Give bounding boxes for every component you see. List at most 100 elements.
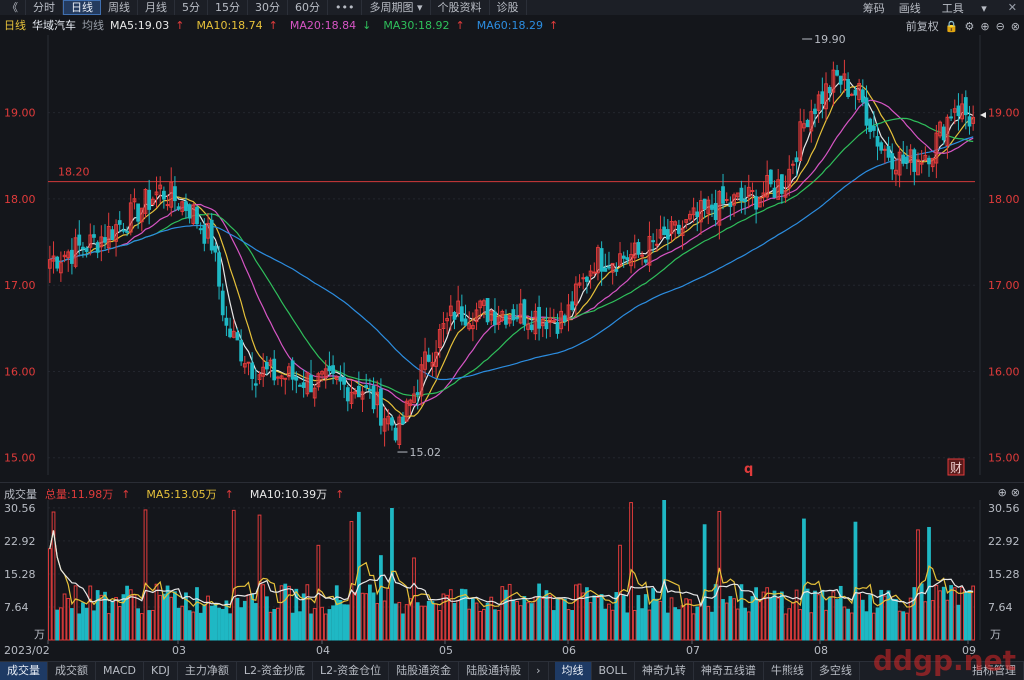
back-button[interactable]: 《 bbox=[0, 0, 26, 15]
volume-bar bbox=[802, 518, 806, 641]
ma60-value: MA60:18.29 ↑ bbox=[477, 19, 564, 32]
zoom-in-icon[interactable]: ⊕ bbox=[998, 486, 1007, 499]
tab-60min[interactable]: 60分 bbox=[288, 0, 328, 15]
close-panel-icon[interactable]: ⊗ bbox=[1011, 486, 1020, 499]
volume-bar bbox=[356, 511, 361, 641]
candle bbox=[724, 198, 729, 201]
volume-bar bbox=[607, 603, 611, 641]
tab-15min[interactable]: 15分 bbox=[208, 0, 248, 15]
candle bbox=[754, 196, 759, 210]
volume-bar bbox=[423, 605, 427, 641]
tab-bull-bear[interactable]: 牛熊线 bbox=[764, 662, 812, 680]
tab-hk-funds[interactable]: 陆股通资金 bbox=[389, 662, 460, 680]
volume-bar bbox=[338, 600, 343, 641]
volume-chart[interactable]: 30.56 30.56 22.92 22.92 15.28 15.28 7.64 7.64 万 万… bbox=[0, 500, 1024, 660]
tools-button[interactable]: 工具 ▾ bbox=[928, 0, 1001, 16]
volume-bar bbox=[831, 591, 836, 641]
candle bbox=[820, 91, 825, 104]
volume-bar bbox=[239, 607, 244, 641]
volume-bar bbox=[871, 612, 876, 641]
volume-bar bbox=[901, 611, 906, 641]
price-chart[interactable]: 18.20 19.00 19.00 18.00 18.00 17.00 17.00 16.0… bbox=[0, 35, 1024, 482]
settings-icon[interactable]: ⚙ bbox=[964, 20, 974, 33]
volume-bar bbox=[533, 596, 538, 641]
volume-bar bbox=[798, 609, 803, 641]
stock-info-button[interactable]: 个股资料 bbox=[431, 0, 490, 15]
tab-l2-position[interactable]: L2-资金仓位 bbox=[313, 662, 390, 680]
tab-monthly[interactable]: 月线 bbox=[138, 0, 175, 15]
volume-tick-label-right: 30.56 bbox=[988, 502, 1020, 515]
volume-bar bbox=[220, 608, 225, 641]
volume-tick-label-right: 15.28 bbox=[988, 568, 1020, 581]
volume-bar bbox=[702, 524, 707, 641]
candle bbox=[676, 224, 681, 234]
tab-daily[interactable]: 日线 bbox=[63, 0, 101, 15]
tab-turnover[interactable]: 成交额 bbox=[48, 662, 96, 680]
stock-name[interactable]: 华域汽车 bbox=[32, 17, 76, 33]
multi-period-dropdown[interactable]: 多周期图 ▾ bbox=[362, 0, 431, 15]
ma-label[interactable]: 均线 bbox=[82, 17, 104, 33]
tab-kdj[interactable]: KDJ bbox=[144, 662, 178, 680]
tab-td9[interactable]: 神奇九转 bbox=[635, 662, 694, 680]
tab-hk-holdings[interactable]: 陆股通持股 bbox=[459, 662, 530, 680]
tab-boll[interactable]: BOLL bbox=[592, 662, 635, 680]
close-panel-icon[interactable]: ⊗ bbox=[1011, 20, 1020, 33]
event-marker-q: q bbox=[744, 462, 753, 477]
candle bbox=[835, 70, 839, 76]
lock-icon[interactable]: 🔒 bbox=[945, 20, 959, 33]
volume-bar bbox=[585, 587, 589, 641]
draw-line-button[interactable]: 画线 bbox=[892, 0, 928, 16]
tab-main-net[interactable]: 主力净额 bbox=[178, 662, 237, 680]
tab-volume[interactable]: 成交量 bbox=[0, 662, 48, 680]
volume-bar bbox=[246, 594, 251, 641]
close-icon[interactable]: ✕ bbox=[1001, 1, 1024, 14]
volume-bar bbox=[596, 596, 600, 641]
watermark: ddgp.net bbox=[872, 644, 1016, 677]
volume-bar bbox=[581, 592, 586, 641]
volume-bar bbox=[908, 597, 913, 641]
tab-five-lines[interactable]: 神奇五线谱 bbox=[694, 662, 764, 680]
zoom-out-icon[interactable]: ⊖ bbox=[996, 20, 1005, 33]
candle bbox=[515, 317, 519, 320]
tabs-scroll-arrow[interactable]: › bbox=[529, 662, 549, 680]
tab-ma[interactable]: 均线 bbox=[554, 662, 592, 680]
ma60-line bbox=[49, 136, 974, 381]
candle bbox=[309, 374, 313, 393]
tab-weekly[interactable]: 周线 bbox=[101, 0, 138, 15]
volume-bar bbox=[331, 605, 335, 641]
candle bbox=[239, 340, 244, 362]
volume-bar bbox=[772, 590, 777, 641]
tab-macd[interactable]: MACD bbox=[96, 662, 144, 680]
diagnose-button[interactable]: 诊股 bbox=[490, 0, 527, 15]
volume-bar bbox=[213, 603, 218, 641]
volume-bar bbox=[209, 605, 214, 641]
adjust-label[interactable]: 前复权 bbox=[906, 18, 939, 34]
volume-bar bbox=[169, 596, 174, 641]
candle bbox=[136, 203, 141, 222]
tab-5min[interactable]: 5分 bbox=[175, 0, 208, 15]
event-marker-finance: 财 bbox=[950, 461, 962, 475]
zoom-in-icon[interactable]: ⊕ bbox=[980, 20, 989, 33]
volume-bar bbox=[905, 612, 909, 641]
volume-bar bbox=[938, 590, 942, 641]
volume-bar bbox=[882, 595, 887, 641]
tab-long-short[interactable]: 多空线 bbox=[812, 662, 860, 680]
volume-bar bbox=[92, 610, 96, 641]
ma30-line bbox=[49, 117, 974, 397]
candle bbox=[92, 234, 96, 238]
candle bbox=[364, 385, 369, 388]
chips-button[interactable]: 筹码 bbox=[856, 0, 892, 16]
volume-bar bbox=[147, 610, 152, 641]
candle bbox=[371, 385, 376, 410]
volume-bar bbox=[386, 587, 391, 641]
tab-minute[interactable]: 分时 bbox=[26, 0, 63, 15]
volume-bar bbox=[301, 593, 306, 641]
tab-30min[interactable]: 30分 bbox=[248, 0, 288, 15]
volume-bar bbox=[750, 596, 755, 641]
volume-bar bbox=[253, 603, 258, 641]
volume-bar bbox=[507, 583, 512, 641]
price-tick-label-left: 15.00 bbox=[4, 452, 36, 465]
tab-l2-bottom[interactable]: L2-资金抄底 bbox=[237, 662, 314, 680]
more-button[interactable]: ••• bbox=[328, 0, 363, 15]
volume-bar bbox=[699, 603, 703, 641]
